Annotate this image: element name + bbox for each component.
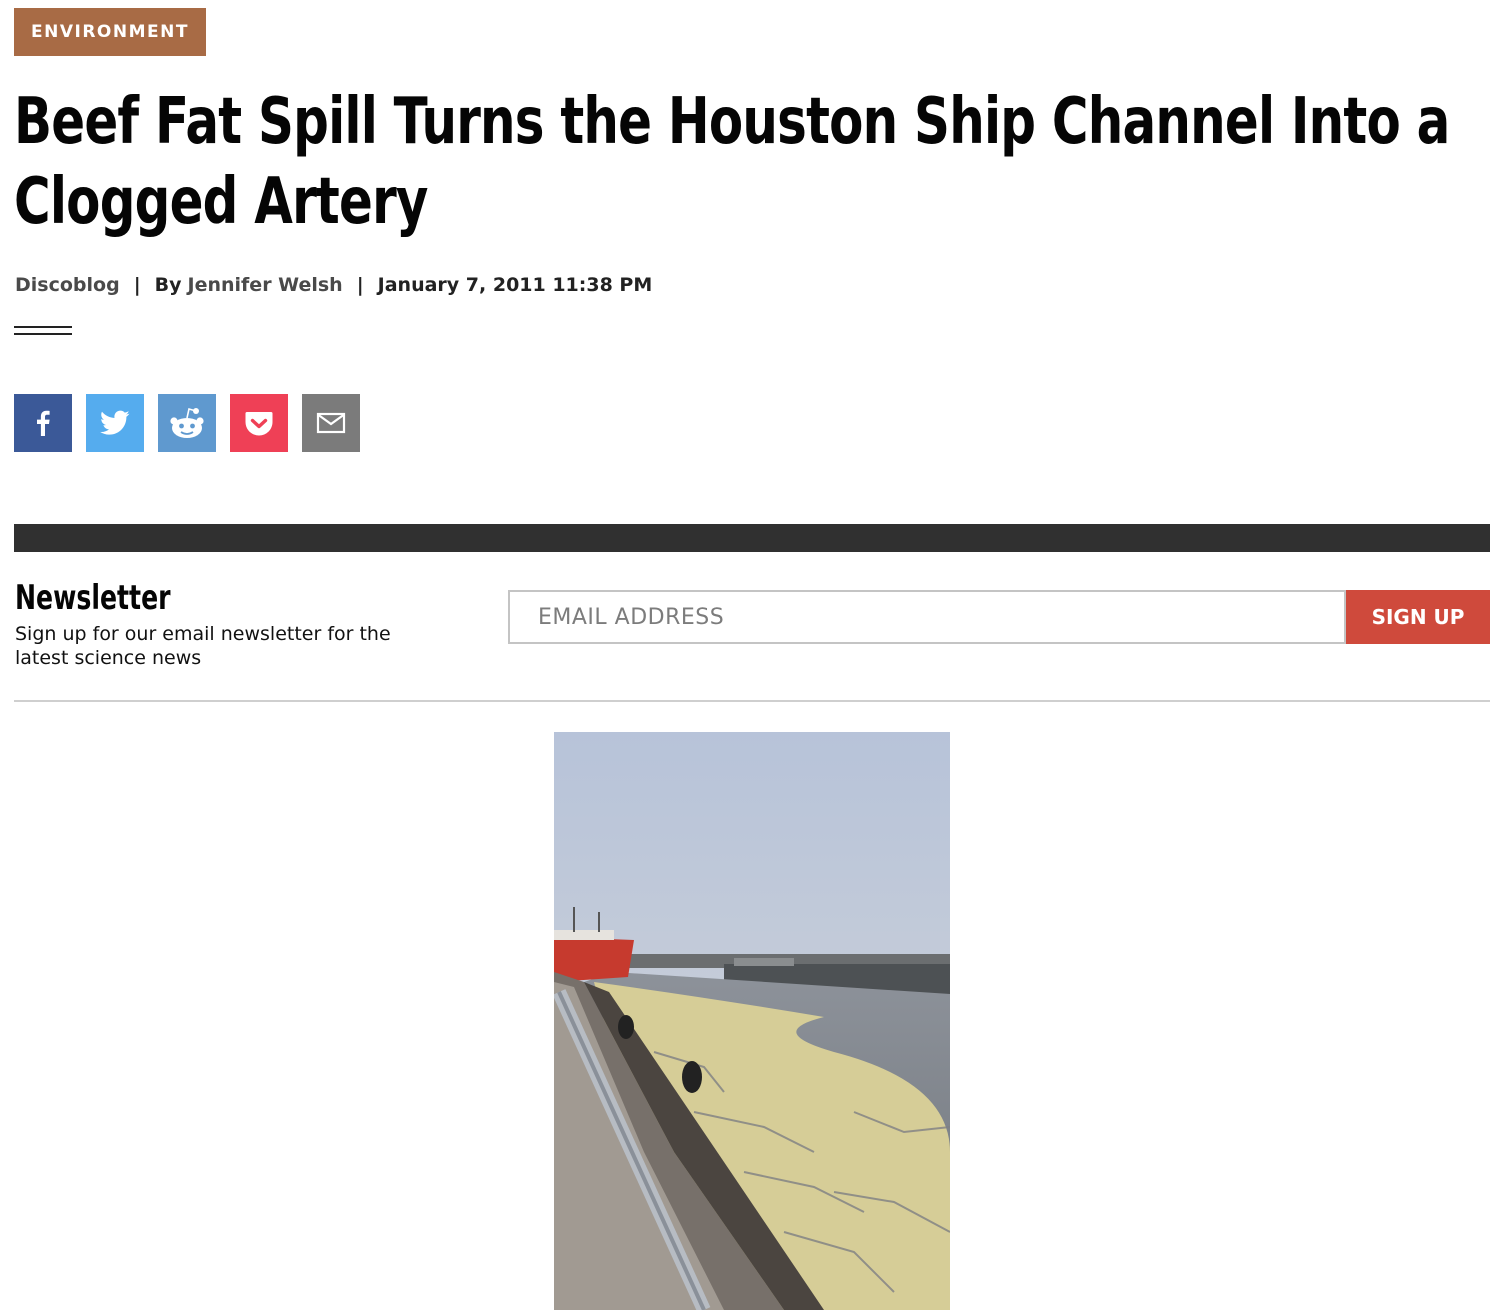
facebook-icon xyxy=(37,410,50,436)
email-address-input[interactable] xyxy=(508,590,1346,644)
category-tag[interactable]: ENVIRONMENT xyxy=(14,8,206,56)
blog-link[interactable]: Discoblog xyxy=(15,274,120,296)
publish-date: January 7, 2011 11:38 PM xyxy=(377,274,653,296)
byline-separator: | xyxy=(133,274,141,296)
email-share-button[interactable] xyxy=(302,394,360,452)
author-link[interactable]: Jennifer Welsh xyxy=(188,274,343,296)
article-byline: Discoblog | By Jennifer Welsh | January … xyxy=(15,272,652,298)
pocket-share-button[interactable] xyxy=(230,394,288,452)
article-headline: Beef Fat Spill Turns the Houston Ship Ch… xyxy=(14,85,1450,239)
double-rule-divider xyxy=(14,326,72,336)
share-buttons xyxy=(14,394,360,452)
pocket-icon xyxy=(245,412,273,436)
reddit-share-button[interactable] xyxy=(158,394,216,452)
section-divider-bar xyxy=(14,524,1490,552)
horizontal-divider xyxy=(14,700,1490,702)
twitter-icon xyxy=(100,410,130,435)
facebook-share-button[interactable] xyxy=(14,394,72,452)
newsletter-description: Sign up for our email newsletter for the… xyxy=(15,623,391,669)
byline-separator: | xyxy=(356,274,364,296)
email-icon xyxy=(316,412,346,434)
by-prefix: By xyxy=(154,274,182,296)
reddit-icon xyxy=(170,407,204,438)
sign-up-button[interactable]: SIGN UP xyxy=(1346,590,1490,644)
newsletter-title: Newsletter xyxy=(15,578,171,618)
article-photo xyxy=(554,732,950,1310)
twitter-share-button[interactable] xyxy=(86,394,144,452)
